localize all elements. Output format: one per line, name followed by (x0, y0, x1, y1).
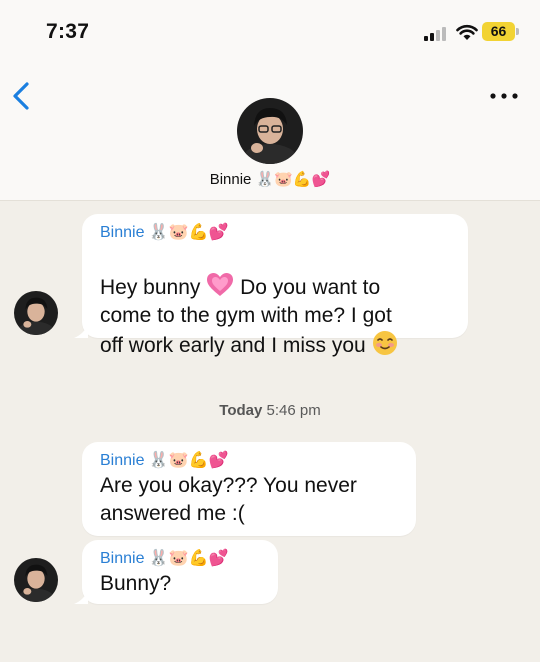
back-button[interactable] (10, 80, 34, 112)
more-options-icon[interactable] (488, 88, 520, 104)
bubble-tail (74, 590, 88, 604)
message-bubble[interactable]: Binnie 🐰🐷💪💕 Bunny? (74, 540, 278, 604)
message-bubble[interactable]: Binnie 🐰🐷💪💕 Are you okay??? You never an… (82, 442, 416, 536)
date-separator: Today 5:46 pm (0, 402, 540, 419)
message-text: Are you okay??? You never answered me :( (100, 474, 357, 525)
status-bar: 7:37 66 (0, 0, 540, 66)
message-sender: Binnie 🐰🐷💪💕 (100, 550, 229, 567)
contact-name[interactable]: Binnie 🐰🐷💪💕 (0, 170, 540, 188)
heart-icon (207, 273, 234, 296)
message-sender: Binnie 🐰🐷💪💕 (100, 224, 229, 241)
wifi-icon (456, 24, 478, 40)
message-sender: Binnie 🐰🐷💪💕 (100, 452, 229, 469)
contact-avatar[interactable] (237, 98, 303, 164)
battery-tip (516, 28, 519, 35)
bubble-tail (74, 324, 88, 338)
smiling-face-icon (372, 331, 397, 355)
sender-avatar[interactable] (14, 558, 58, 602)
message-text: Hey bunny Do you want to come to the gym… (100, 244, 398, 360)
conversation-header: Binnie 🐰🐷💪💕 (0, 66, 540, 201)
message-bubble[interactable]: Binnie 🐰🐷💪💕 Hey bunny Do you want to com… (74, 214, 468, 357)
date-separator-day: Today (219, 402, 263, 419)
date-separator-time: 5:46 pm (266, 402, 321, 419)
cellular-signal-icon (424, 27, 446, 41)
status-time: 7:37 (46, 20, 90, 43)
sender-avatar[interactable] (14, 291, 58, 335)
battery-level: 66 (482, 22, 515, 41)
message-text: Bunny? (100, 572, 172, 595)
